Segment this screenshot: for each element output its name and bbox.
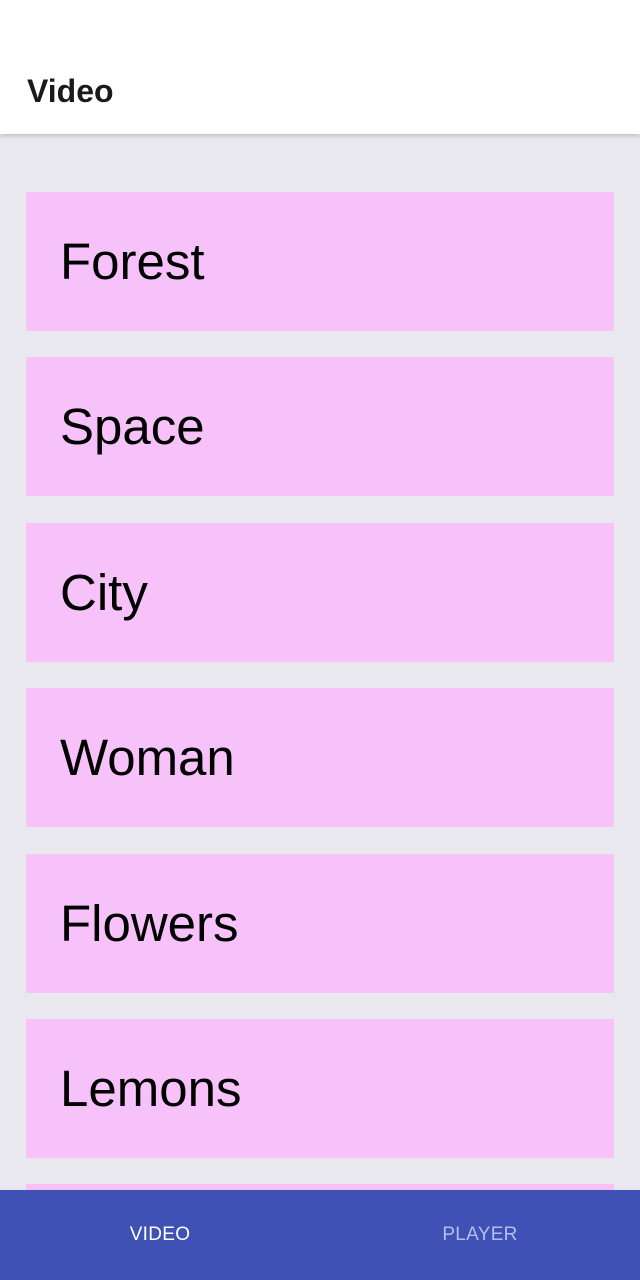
tab-video-label: VIDEO bbox=[129, 1224, 191, 1245]
video-item-label: Woman bbox=[60, 729, 235, 786]
video-item-space[interactable]: Space bbox=[26, 357, 614, 496]
app-bar: Video bbox=[0, 0, 640, 134]
video-item-city[interactable]: City bbox=[26, 523, 614, 662]
video-item-label: City bbox=[60, 564, 148, 621]
video-item-flowers[interactable]: Flowers bbox=[26, 854, 614, 993]
tab-player[interactable]: PLAYER bbox=[320, 1190, 640, 1280]
tab-video[interactable]: VIDEO bbox=[0, 1190, 320, 1280]
video-item-lemons[interactable]: Lemons bbox=[26, 1019, 614, 1158]
video-list[interactable]: Forest Space City Woman Flowers Lemons bbox=[0, 134, 640, 1190]
video-item-label: Forest bbox=[60, 233, 205, 290]
video-item-woman[interactable]: Woman bbox=[26, 688, 614, 827]
bottom-navigation: VIDEO PLAYER bbox=[0, 1190, 640, 1280]
video-item-label: Flowers bbox=[60, 895, 239, 952]
video-item-label: Space bbox=[60, 398, 205, 455]
video-item-label: Lemons bbox=[60, 1060, 242, 1117]
page-title: Video bbox=[27, 73, 114, 109]
tab-player-label: PLAYER bbox=[442, 1224, 518, 1245]
video-item-forest[interactable]: Forest bbox=[26, 192, 614, 331]
